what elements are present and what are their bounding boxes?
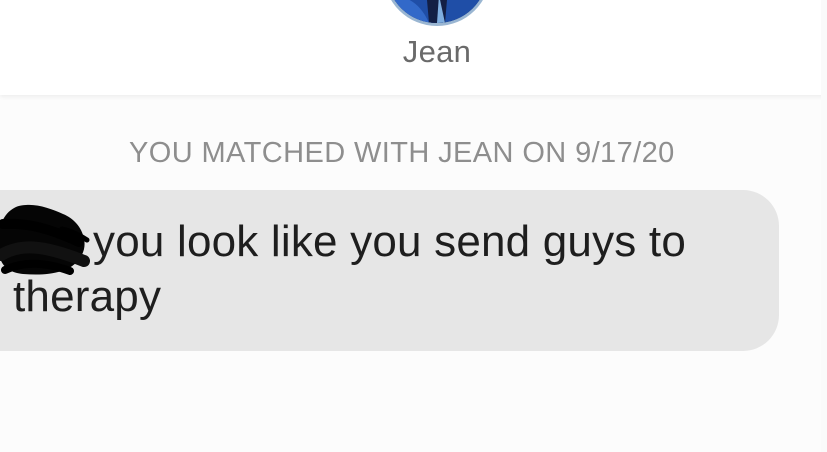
right-edge-divider [821, 0, 827, 452]
avatar-photo-icon [387, 0, 487, 23]
message-text: you look like you send guys to therapy [13, 217, 687, 321]
profile-name[interactable]: Jean [0, 34, 827, 70]
chat-header: Jean [0, 0, 827, 95]
profile-avatar[interactable] [387, 0, 487, 23]
match-notice: YOU MATCHED WITH JEAN ON 9/17/20 [129, 137, 675, 169]
